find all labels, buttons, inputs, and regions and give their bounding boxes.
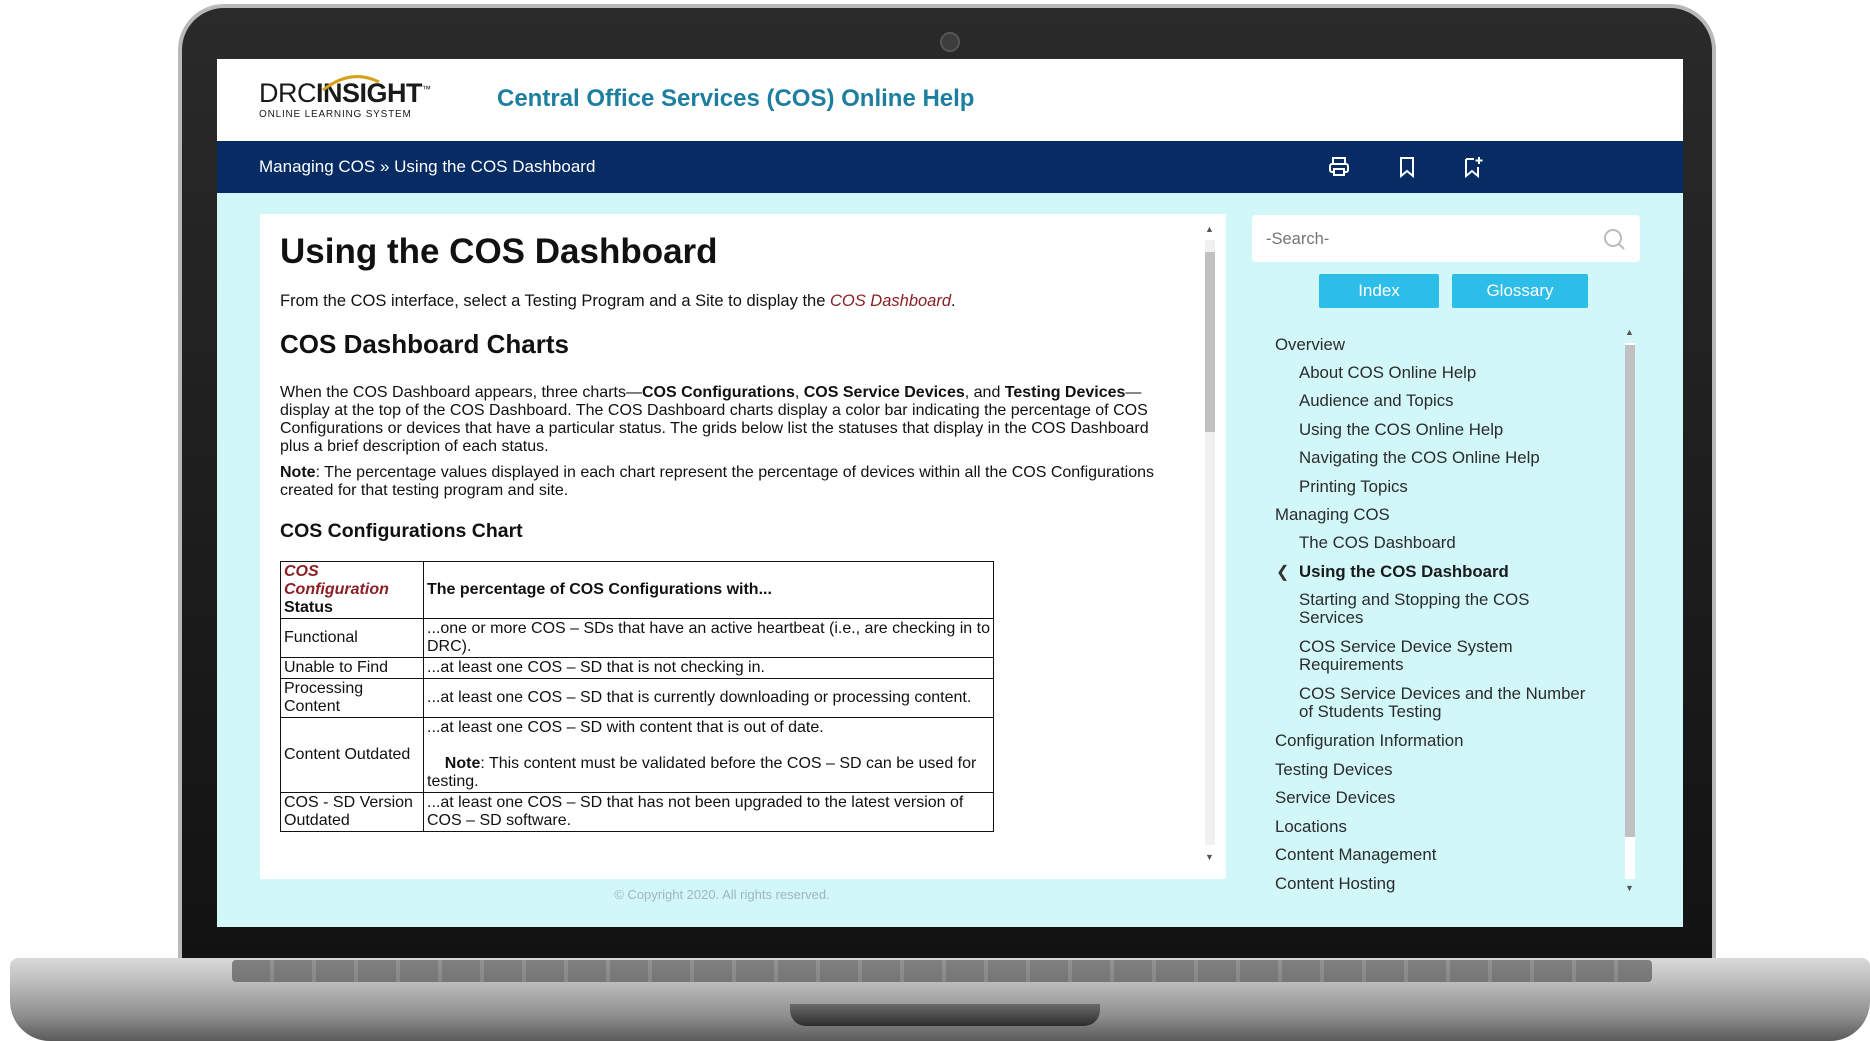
para-text-1: When the COS Dashboard appears, three ch… [280, 384, 642, 401]
toc-navigating[interactable]: Navigating the COS Online Help [1299, 449, 1589, 467]
para-text-2: , [794, 384, 804, 401]
note-label: Note [280, 464, 316, 481]
site-title: Central Office Services (COS) Online Hel… [497, 85, 975, 112]
logo-drc: DRC [259, 78, 317, 108]
laptop-notch [790, 1004, 1100, 1026]
intro-text: From the COS interface, select a Testing… [280, 292, 1180, 311]
breadcrumb-current: Using the COS Dashboard [394, 157, 596, 176]
charts-paragraph: When the COS Dashboard appears, three ch… [280, 384, 1180, 456]
para-bold-2: COS Service Devices [803, 384, 965, 401]
navbar: Managing COS » Using the COS Dashboard [217, 141, 1683, 193]
description-text: ...at least one COS – SD with content th… [427, 719, 824, 736]
table-header-description: The percentage of COS Configurations wit… [423, 561, 994, 619]
table-row: Functional ...one or more COS – SDs that… [280, 618, 994, 658]
toc-scrollbar[interactable]: ▲ ▼ [1622, 327, 1638, 897]
toc-managing-cos[interactable]: Managing COS [1275, 506, 1390, 524]
toc-using-help[interactable]: Using the COS Online Help [1299, 421, 1589, 439]
section-title: COS Dashboard Charts [280, 329, 569, 359]
header: DRCINSIGHT™ ONLINE LEARNING SYSTEM Centr… [217, 59, 1683, 141]
content-pane: Using the COS Dashboard From the COS int… [260, 214, 1226, 879]
header-col1-rest: Status [284, 599, 333, 616]
table-row: Unable to Find ...at least one COS – SD … [280, 657, 994, 679]
toc-testing-devices[interactable]: Testing Devices [1275, 761, 1393, 779]
para-bold-3: Testing Devices [1004, 384, 1126, 401]
bookmark-icon[interactable] [1395, 155, 1419, 179]
keyboard [232, 960, 1652, 982]
subsection-title: COS Configurations Chart [280, 520, 523, 542]
row-note-label: Note [444, 755, 481, 772]
header-col1-red: COS Configuration [284, 563, 389, 598]
toc-starting-stopping[interactable]: Starting and Stopping the COS Services [1299, 591, 1589, 627]
toc-configuration-information[interactable]: Configuration Information [1275, 732, 1463, 750]
toc-overview[interactable]: Overview [1275, 336, 1345, 354]
scroll-down-icon[interactable]: ▼ [1205, 852, 1214, 862]
description-cell: ...at least one COS – SD that has not be… [423, 792, 994, 832]
drc-insight-logo[interactable]: DRCINSIGHT™ ONLINE LEARNING SYSTEM [259, 75, 449, 127]
note-text: : The percentage values displayed in eac… [280, 464, 1154, 499]
index-button[interactable]: Index [1319, 274, 1439, 308]
breadcrumb-managing-cos[interactable]: Managing COS [259, 157, 375, 176]
glossary-button[interactable]: Glossary [1452, 274, 1588, 308]
search-icon[interactable] [1602, 227, 1626, 251]
toc-content-hosting[interactable]: Content Hosting [1275, 875, 1395, 893]
note-paragraph: Note: The percentage values displayed in… [280, 464, 1180, 500]
logo-arc-icon [322, 75, 380, 92]
table-row: Processing Content ...at least one COS –… [280, 678, 994, 718]
scroll-thumb[interactable] [1205, 252, 1215, 432]
page-title: Using the COS Dashboard [280, 232, 718, 271]
table-row: COS - SD Version Outdated ...at least on… [280, 792, 994, 832]
toc-about[interactable]: About COS Online Help [1299, 364, 1589, 382]
webcam-icon [940, 32, 960, 52]
row-note-text: : This content must be validated before … [427, 755, 977, 790]
logo-subtitle: ONLINE LEARNING SYSTEM [259, 109, 412, 120]
toc-scroll-down-icon[interactable]: ▼ [1625, 883, 1634, 893]
status-cell: Processing Content [280, 678, 424, 718]
article: Using the COS Dashboard From the COS int… [280, 232, 1180, 832]
table-of-contents: Overview About COS Online Help Audience … [1252, 324, 1652, 901]
toc-service-devices[interactable]: Service Devices [1275, 789, 1395, 807]
logo-trademark: ™ [422, 84, 431, 94]
copyright-footer: © Copyright 2020. All rights reserved. [614, 887, 830, 902]
description-cell: ...at least one COS – SD that is current… [423, 678, 994, 718]
print-icon[interactable] [1327, 155, 1351, 179]
toc-scroll-up-icon[interactable]: ▲ [1625, 327, 1634, 337]
toc-using-cos-dashboard[interactable]: Using the COS Dashboard [1299, 563, 1589, 581]
status-cell: COS - SD Version Outdated [280, 792, 424, 832]
table-row: Content Outdated ...at least one COS – S… [280, 717, 994, 793]
description-cell: ...one or more COS – SDs that have an ac… [423, 618, 994, 658]
scroll-up-icon[interactable]: ▲ [1205, 224, 1214, 234]
search-input[interactable] [1264, 227, 1588, 251]
table-header-status: COS Configuration Status [280, 561, 424, 619]
breadcrumb-separator: » [375, 157, 395, 176]
status-cell: Functional [280, 618, 424, 658]
status-cell: Unable to Find [280, 657, 424, 679]
toc-audience[interactable]: Audience and Topics [1299, 392, 1589, 410]
toc-cos-dashboard[interactable]: The COS Dashboard [1299, 534, 1589, 552]
breadcrumb: Managing COS » Using the COS Dashboard [259, 157, 595, 177]
status-cell: Content Outdated [280, 717, 424, 793]
cos-dashboard-link[interactable]: COS Dashboard [830, 292, 951, 310]
toc-scroll-thumb[interactable] [1625, 345, 1635, 837]
toc-printing[interactable]: Printing Topics [1299, 478, 1589, 496]
toc-devices-students[interactable]: COS Service Devices and the Number of St… [1299, 685, 1589, 721]
add-bookmark-icon[interactable] [1461, 155, 1485, 179]
chevron-left-icon: ❮ [1276, 564, 1290, 581]
para-text-3: , and [964, 384, 1005, 401]
content-scrollbar[interactable]: ▲ ▼ [1202, 224, 1216, 864]
screen: DRCINSIGHT™ ONLINE LEARNING SYSTEM Centr… [217, 59, 1683, 927]
intro-post: . [951, 292, 956, 310]
toc-locations[interactable]: Locations [1275, 818, 1347, 836]
search-box [1252, 215, 1640, 262]
intro-pre: From the COS interface, select a Testing… [280, 292, 830, 310]
toc-requirements[interactable]: COS Service Device System Requirements [1299, 638, 1589, 674]
toc-content-management[interactable]: Content Management [1275, 846, 1436, 864]
para-bold-1: COS Configurations [641, 384, 795, 401]
cos-configurations-table: COS Configuration Status The percentage o… [280, 561, 994, 832]
description-cell: ...at least one COS – SD with content th… [423, 717, 994, 793]
table-header-row: COS Configuration Status The percentage o… [280, 561, 994, 619]
description-cell: ...at least one COS – SD that is not che… [423, 657, 994, 679]
